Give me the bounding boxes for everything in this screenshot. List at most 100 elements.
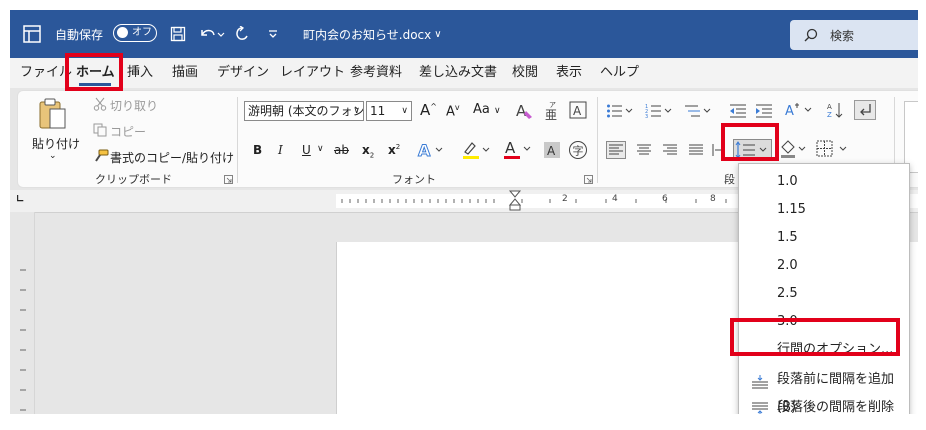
highlight-color-icon[interactable] [461,139,493,164]
undo-icon[interactable] [199,10,225,58]
format-painter-label[interactable]: 書式のコピー/貼り付け [110,149,234,166]
autosave-label: 自動保存 [55,27,104,42]
ruby-char: 亜 [545,108,557,121]
borders-icon[interactable] [816,140,850,161]
shade-letter: A [547,144,556,158]
search-box[interactable]: 検索 [790,20,918,50]
paragraph-group-label: 段 [724,173,735,186]
paragraph-shading-icon[interactable] [780,139,810,162]
enclosed-character-icon[interactable]: 字 [568,140,588,163]
copy-icon[interactable] [93,123,107,140]
highlight-line-spacing-options [730,318,900,356]
option-label: 段落後の間隔を削除(A) [777,400,895,414]
grow-font-button[interactable]: A^ [420,101,437,119]
highlight-home-tab [65,53,123,91]
svg-text:A: A [516,102,527,120]
paste-icon[interactable] [38,97,68,134]
line-spacing-option-2-5[interactable]: 2.5 [739,280,909,308]
subscript-letter: x [362,143,370,157]
title-bar: 自動保存 オフ 町内会のお知らせ.docx ∨ 検索 [10,10,918,58]
svg-text:A: A [785,104,794,119]
tab-review[interactable]: 校閲 [512,58,538,88]
line-spacing-option-1-15[interactable]: 1.15 [739,196,909,224]
chevron-down-icon: ∨ [401,106,408,116]
highlight-line-spacing-button [721,123,779,161]
enclosed-char: 字 [573,144,584,158]
italic-button[interactable]: I [278,143,283,157]
tab-help[interactable]: ヘルプ [600,58,639,88]
save-icon[interactable] [170,10,186,58]
line-spacing-option-2-0[interactable]: 2.0 [739,252,909,280]
remove-space-after-icon [751,400,769,414]
paste-dropdown-icon[interactable]: ⌄ [49,151,57,161]
line-spacing-option-1-0[interactable]: 1.0 [739,168,909,196]
tab-view[interactable]: 表示 [556,58,582,88]
ruler-number: 4 [612,194,618,204]
redo-icon[interactable] [234,10,250,58]
superscript-letter: x [388,143,396,157]
subscript-mark: 2 [369,151,375,160]
strikethrough-button[interactable]: ab [334,143,349,157]
option-label: 1.0 [777,174,798,189]
cut-icon[interactable] [93,97,107,114]
paste-label[interactable]: 貼り付け [32,135,80,152]
align-center-icon[interactable] [636,142,652,161]
ribbon-tabs: ファイル ホーム 挿入 描画 デザイン レイアウト 参考資料 差し込み文書 校閲… [10,58,918,88]
svg-text:A: A [418,141,431,160]
character-border-icon[interactable]: A [569,101,587,122]
tab-design[interactable]: デザイン [217,58,269,88]
numbering-icon[interactable]: 123 [645,103,675,122]
add-space-before-item[interactable]: 段落前に間隔を追加(B) [739,366,909,414]
clipboard-launcher-icon[interactable] [224,173,233,187]
change-case-button[interactable]: Aa ∨ [473,102,501,117]
clear-formatting-icon[interactable]: A [515,101,535,124]
sort-icon[interactable]: AZ [826,101,844,122]
font-group-label: フォント [392,173,436,186]
tab-mailings[interactable]: 差し込み文書 [419,58,497,88]
chevron-down-icon: ∨ [353,106,360,116]
underline-button[interactable]: U [302,143,311,157]
multilevel-list-icon[interactable] [684,103,714,122]
line-spacing-option-1-5[interactable]: 1.5 [739,224,909,252]
align-right-icon[interactable] [662,142,678,161]
cut-label[interactable]: 切り取り [110,97,158,114]
font-launcher-icon[interactable] [584,173,593,187]
asian-layout-icon[interactable]: A [783,101,815,122]
decrease-indent-icon[interactable] [729,103,747,122]
font-color-icon[interactable]: A [502,138,534,164]
indent-markers-icon[interactable] [508,190,522,212]
underline-dropdown-icon[interactable]: ∨ [317,144,324,154]
search-icon [804,28,818,42]
svg-text:Z: Z [827,111,832,119]
remove-space-after-item[interactable]: 段落後の間隔を削除(A) [739,394,909,414]
tab-references[interactable]: 参考資料 [350,58,402,88]
increase-indent-icon[interactable] [755,103,773,122]
ruler-number: 2 [562,194,568,204]
font-name-combo[interactable]: 游明朝 (本文のフォン ∨ [244,101,364,121]
character-shading-icon[interactable]: A [543,141,561,162]
tab-insert[interactable]: 挿入 [127,58,153,88]
font-size-value: 11 [370,104,386,118]
shrink-font-button[interactable]: Av [446,103,460,119]
tab-draw[interactable]: 描画 [172,58,198,88]
document-title[interactable]: 町内会のお知らせ.docx ∨ [303,10,442,58]
format-painter-icon[interactable] [93,149,109,166]
align-left-icon[interactable] [606,141,626,162]
font-size-combo[interactable]: 11 ∨ [366,101,412,121]
show-formatting-marks-icon[interactable] [854,100,876,123]
autosave-toggle[interactable]: オフ [113,24,157,42]
subscript-button[interactable]: x2 [362,143,374,159]
justify-icon[interactable] [688,142,704,161]
tab-selector-icon[interactable]: ∟ [16,194,24,205]
option-label: 1.15 [777,202,806,217]
copy-label[interactable]: コピー [110,123,146,140]
separator [237,97,238,183]
tab-layout[interactable]: レイアウト [280,58,345,88]
customize-qat-icon[interactable] [268,10,278,58]
bullets-icon[interactable] [606,103,636,122]
phonetic-guide-icon[interactable]: ア亜 [543,99,561,124]
bold-button[interactable]: B [253,143,262,157]
superscript-button[interactable]: x2 [388,143,400,157]
vertical-ruler[interactable] [16,242,32,414]
text-effects-icon[interactable]: A [417,140,445,163]
